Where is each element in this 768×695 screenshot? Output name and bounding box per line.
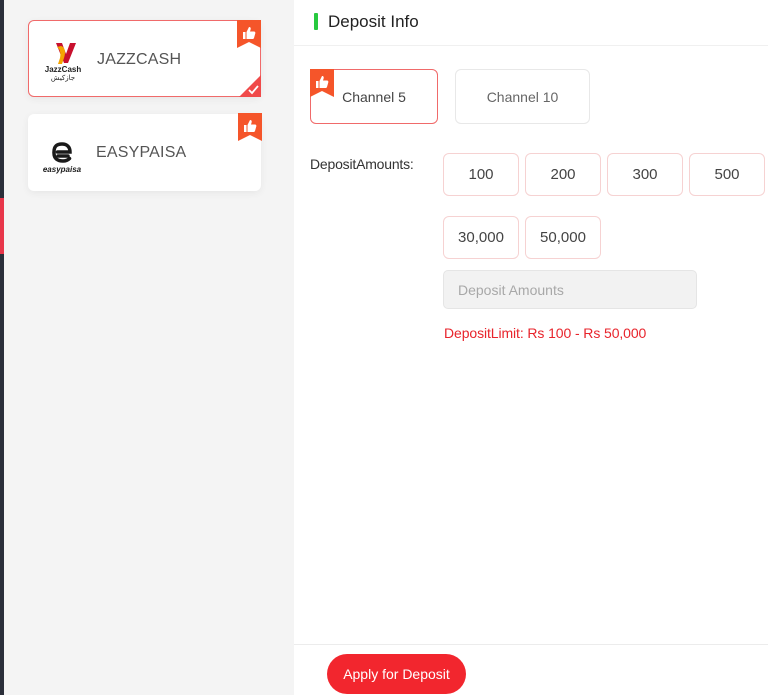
- svg-text:easypaisa: easypaisa: [43, 165, 82, 174]
- amount-option[interactable]: 300: [607, 153, 683, 196]
- selected-check-icon: [239, 75, 261, 97]
- apply-for-deposit-button[interactable]: Apply for Deposit: [327, 654, 466, 694]
- recommended-thumbs-up-icon: [310, 69, 334, 97]
- deposit-info-panel: Deposit Info Channel 5 Channel 10 Deposi…: [294, 0, 768, 695]
- payment-method-label: EASYPAISA: [96, 144, 187, 161]
- amount-option[interactable]: 500: [689, 153, 765, 196]
- channel-5-button[interactable]: Channel 5: [310, 69, 438, 124]
- amount-option[interactable]: 50,000: [525, 216, 601, 259]
- channel-label: Channel 5: [342, 88, 406, 105]
- channel-label: Channel 10: [486, 88, 559, 105]
- jazzcash-logo-icon: JazzCash جازکیش: [45, 43, 82, 82]
- deposit-info-header: Deposit Info: [294, 0, 768, 46]
- easypaisa-logo-icon: easypaisa: [43, 142, 82, 174]
- deposit-footer: Apply for Deposit: [294, 644, 768, 695]
- recommended-thumbs-up-icon: [237, 20, 261, 48]
- amount-option[interactable]: 100: [443, 153, 519, 196]
- section-indicator-bar: [314, 13, 318, 30]
- payment-method-label: JAZZCASH: [97, 51, 182, 68]
- channel-10-button[interactable]: Channel 10: [455, 69, 590, 124]
- amount-option[interactable]: 30,000: [443, 216, 519, 259]
- deposit-amounts-label: DepositAmounts:: [310, 156, 414, 172]
- svg-text:جازکیش: جازکیش: [51, 74, 75, 82]
- deposit-amount-input[interactable]: [443, 270, 697, 309]
- payment-method-easypaisa[interactable]: easypaisa EASYPAISA: [28, 113, 262, 191]
- section-title: Deposit Info: [328, 12, 419, 31]
- svg-text:JazzCash: JazzCash: [45, 65, 82, 74]
- payment-method-jazzcash[interactable]: JazzCash جازکیش JAZZCASH: [28, 20, 261, 97]
- deposit-limit-text: DepositLimit: Rs 100 - Rs 50,000: [444, 325, 647, 341]
- amount-option[interactable]: 200: [525, 153, 601, 196]
- payment-method-panel: JazzCash جازکیش JAZZCASH easypaisa EASYP…: [4, 0, 294, 695]
- recommended-thumbs-up-icon: [238, 113, 262, 141]
